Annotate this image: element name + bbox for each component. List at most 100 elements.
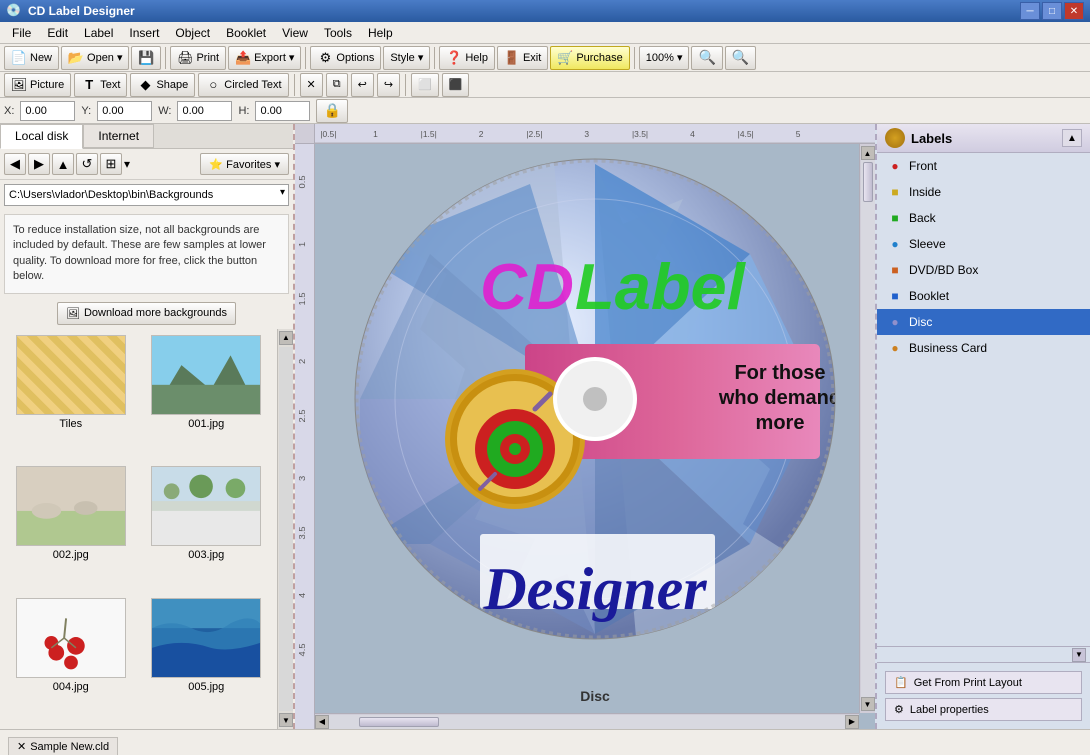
label-front[interactable]: ● Front xyxy=(877,153,1090,179)
label-properties-button[interactable]: ⚙ Label properties xyxy=(885,698,1082,721)
list-item[interactable]: 003.jpg xyxy=(142,466,272,591)
download-button[interactable]: 🖼 Download more backgrounds xyxy=(57,302,236,325)
style-button[interactable]: Style▾ xyxy=(383,46,430,70)
thumb-label-003: 003.jpg xyxy=(188,549,224,561)
menu-file[interactable]: File xyxy=(4,24,39,42)
label-back[interactable]: ■ Back xyxy=(877,205,1090,231)
shape-button[interactable]: ◆ Shape xyxy=(130,73,195,97)
new-button[interactable]: 📄 New xyxy=(4,46,59,70)
disc-canvas[interactable]: For those who demand more CD Label Desig… xyxy=(350,154,840,644)
zoom-button[interactable]: 100%▾ xyxy=(639,46,690,70)
left-panel-scrollbar[interactable]: ▲ ▼ xyxy=(277,329,293,729)
list-item[interactable]: 002.jpg xyxy=(6,466,136,591)
menu-insert[interactable]: Insert xyxy=(121,24,167,42)
purchase-button[interactable]: 🛒 Purchase xyxy=(550,46,629,70)
exit-button[interactable]: 🚪 Exit xyxy=(497,46,548,70)
hscroll-right-button[interactable]: ▶ xyxy=(845,715,859,729)
menu-help[interactable]: Help xyxy=(360,24,401,42)
label-inside[interactable]: ■ Inside xyxy=(877,179,1090,205)
nav-refresh-button[interactable]: ↺ xyxy=(76,153,98,175)
list-item[interactable]: Tiles xyxy=(6,335,136,460)
menu-object[interactable]: Object xyxy=(167,24,218,42)
picture-button[interactable]: 🖼 Picture xyxy=(4,73,71,97)
redo-button[interactable]: ↪ xyxy=(377,73,400,97)
zoom-out-button[interactable]: 🔍 xyxy=(691,46,722,70)
vscroll-down-button[interactable]: ▼ xyxy=(861,697,875,711)
left-nav: ◀ ▶ ▲ ↺ ⊞▾ ⭐ Favorites ▾ xyxy=(0,149,293,180)
title-bar: 💿 CD Label Designer ─ □ ✕ xyxy=(0,0,1090,22)
h-scrollbar[interactable]: ◀ ▶ xyxy=(315,713,859,729)
svg-text:|0.5|: |0.5| xyxy=(320,130,336,139)
help-icon: ❓ xyxy=(446,50,462,66)
label-dvdbd[interactable]: ■ DVD/BD Box xyxy=(877,257,1090,283)
align-center-button[interactable]: ⬛ xyxy=(442,73,470,97)
options-button[interactable]: ⚙ Options xyxy=(310,46,381,70)
close-button[interactable]: ✕ xyxy=(1064,2,1084,20)
text-icon: T xyxy=(81,77,97,93)
label-business-card[interactable]: ● Business Card xyxy=(877,335,1090,361)
vscroll-thumb[interactable] xyxy=(863,162,873,202)
export-button[interactable]: 📤 Export▾ xyxy=(228,46,301,70)
canvas-container[interactable]: For those who demand more CD Label Desig… xyxy=(315,144,875,729)
v-scrollbar[interactable]: ▲ ▼ xyxy=(859,144,875,713)
copy-button[interactable]: ⧉ xyxy=(326,73,348,97)
hscroll-left-button[interactable]: ◀ xyxy=(315,715,329,729)
path-dropdown-icon[interactable]: ▾ xyxy=(280,187,285,198)
list-item[interactable]: 004.jpg xyxy=(6,598,136,723)
nav-forward-button[interactable]: ▶ xyxy=(28,153,50,175)
list-item[interactable]: 001.jpg xyxy=(142,335,272,460)
label-sleeve[interactable]: ● Sleeve xyxy=(877,231,1090,257)
open-button[interactable]: 📂 Open▾ xyxy=(61,46,129,70)
menu-booklet[interactable]: Booklet xyxy=(218,24,274,42)
new-icon: 📄 xyxy=(11,50,27,66)
svg-text:2.5: 2.5 xyxy=(298,409,307,422)
hscroll-thumb[interactable] xyxy=(359,717,439,727)
undo-button[interactable]: ↩ xyxy=(351,73,374,97)
front-icon: ● xyxy=(887,158,903,174)
menu-label[interactable]: Label xyxy=(76,24,121,42)
svg-text:more: more xyxy=(756,412,805,434)
label-props-icon: ⚙ xyxy=(894,703,904,716)
svg-text:|2.5|: |2.5| xyxy=(526,130,542,139)
x-input[interactable] xyxy=(20,101,75,121)
menu-view[interactable]: View xyxy=(274,24,316,42)
list-scroll-down[interactable]: ▼ xyxy=(1072,648,1086,662)
text-button[interactable]: T Text xyxy=(74,73,127,97)
maximize-button[interactable]: □ xyxy=(1042,2,1062,20)
align-left-button[interactable]: ⬜ xyxy=(411,73,439,97)
tab-internet[interactable]: Internet xyxy=(83,124,154,148)
list-item[interactable]: 005.jpg xyxy=(142,598,272,723)
label-disc[interactable]: ● Disc xyxy=(877,309,1090,335)
zoom-in-button[interactable]: 🔍 xyxy=(725,46,756,70)
save-button[interactable]: 💾 xyxy=(131,46,161,70)
print-button[interactable]: 🖨 Print xyxy=(170,46,226,70)
scroll-down-button[interactable]: ▼ xyxy=(279,713,293,727)
menu-edit[interactable]: Edit xyxy=(39,24,76,42)
status-bar: ✕ Sample New.cld xyxy=(0,729,1090,755)
circled-text-button[interactable]: ○ Circled Text xyxy=(198,73,288,97)
svg-text:5: 5 xyxy=(796,130,801,139)
menu-tools[interactable]: Tools xyxy=(316,24,360,42)
tab-close-icon[interactable]: ✕ xyxy=(17,740,26,753)
w-input[interactable] xyxy=(177,101,232,121)
nav-up-button[interactable]: ▲ xyxy=(52,153,74,175)
collapse-button[interactable]: ▲ xyxy=(1062,129,1082,147)
delete-button[interactable]: ✕ xyxy=(300,73,323,97)
path-input[interactable] xyxy=(4,184,289,206)
lock-button[interactable]: 🔒 xyxy=(316,99,347,123)
help-button[interactable]: ❓ Help xyxy=(439,46,495,70)
y-input[interactable] xyxy=(97,101,152,121)
h-input[interactable] xyxy=(255,101,310,121)
scroll-up-button[interactable]: ▲ xyxy=(279,331,293,345)
label-booklet[interactable]: ■ Booklet xyxy=(877,283,1090,309)
vscroll-up-button[interactable]: ▲ xyxy=(861,146,875,160)
picture-icon: 🖼 xyxy=(11,77,27,93)
disc-label: Disc xyxy=(580,688,610,704)
minimize-button[interactable]: ─ xyxy=(1020,2,1040,20)
favorites-button[interactable]: ⭐ Favorites ▾ xyxy=(200,153,289,175)
tab-local-disk[interactable]: Local disk xyxy=(0,124,83,149)
get-from-print-button[interactable]: 📋 Get From Print Layout xyxy=(885,671,1082,694)
file-tab[interactable]: ✕ Sample New.cld xyxy=(8,737,118,755)
nav-grid-button[interactable]: ⊞ xyxy=(100,153,122,175)
nav-back-button[interactable]: ◀ xyxy=(4,153,26,175)
